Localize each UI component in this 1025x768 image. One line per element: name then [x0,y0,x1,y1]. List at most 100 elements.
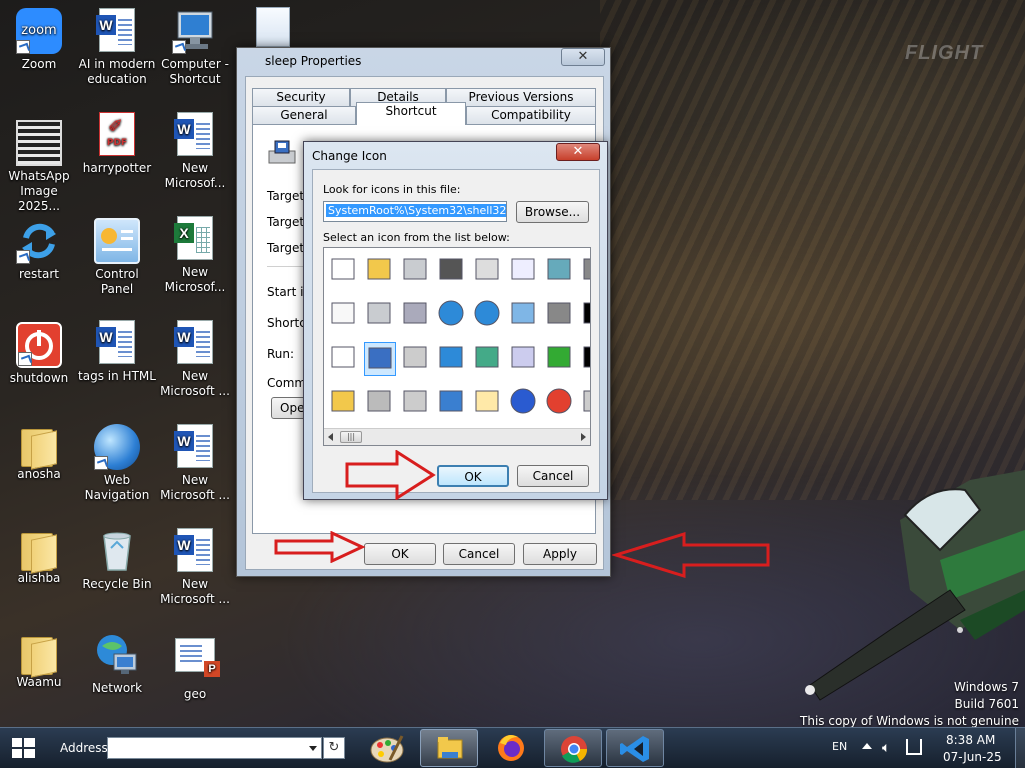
monitor-settings-icon[interactable] [544,254,576,288]
desktop-icon-label: New Microsof... [164,161,226,190]
horizontal-scrollbar[interactable]: ||| [324,428,590,445]
desktop-icon-whatsapp-image[interactable]: WhatsApp Image 2025... [0,120,78,214]
globe-icon[interactable] [436,298,468,332]
arrow-computer-icon[interactable] [544,342,576,376]
address-input[interactable] [107,737,322,759]
red-arrow-ok-change-icon [345,450,436,500]
network-tray-icon[interactable] [906,739,922,755]
chevron-down-icon[interactable] [309,746,317,751]
folder-icon [19,531,59,571]
volume-icon[interactable]: 🔈︎ [882,740,890,756]
clock-time[interactable]: 8:38 AM [946,733,995,747]
drive-icon[interactable] [364,386,396,420]
server-icon[interactable] [400,298,432,332]
taskbar-firefox-button[interactable] [484,729,538,767]
window-icon[interactable] [328,342,360,376]
desktop-icon-new-word-1[interactable]: W New Microsof... [156,112,234,191]
desktop-icon-network[interactable]: Network [78,632,156,696]
desktop-icon-new-excel[interactable]: X New Microsof... [156,216,234,295]
go-refresh-button[interactable]: ↻ [323,737,345,759]
calculator-icon[interactable] [472,386,504,420]
desktop-icon-alishba[interactable]: alishba [0,528,78,586]
shortcut-icon[interactable] [580,298,590,332]
desktop-icon-zoom[interactable]: zoom Zoom [0,8,78,72]
floppy-drive-icon[interactable] [364,342,396,376]
partial-icon[interactable] [580,386,590,420]
taskbar-vscode-button[interactable] [606,729,664,767]
power-icon[interactable] [544,386,576,420]
clock-date[interactable]: 07-Jun-25 [943,750,1002,764]
desktop-icon-new-word-2[interactable]: W New Microsoft ... [156,320,234,399]
globe-network-icon[interactable] [472,298,504,332]
control-panel-icon[interactable] [508,298,540,332]
partial-icon[interactable] [580,254,590,288]
camera-icon[interactable] [544,298,576,332]
hard-drive-icon[interactable] [400,254,432,288]
desktop-icon-control-panel[interactable]: Control Panel [78,218,156,297]
desktop-icon-anosha[interactable]: anosha [0,424,78,482]
cancel-button[interactable]: Cancel [517,465,589,487]
scroll-thumb[interactable]: ||| [340,431,362,443]
apply-button[interactable]: Apply [523,543,597,565]
memory-chip-icon[interactable] [436,254,468,288]
desktop-icon-web-navigation[interactable]: Web Navigation [78,424,156,503]
browse-button[interactable]: Browse... [516,201,589,223]
scroll-left-arrow-icon[interactable] [328,433,333,441]
desktop-icon-restart[interactable]: restart [0,218,78,282]
start-button[interactable] [8,734,44,764]
show-desktop-button[interactable] [1015,728,1025,768]
help-icon[interactable] [508,386,540,420]
refresh-icon: ↻ [328,740,340,755]
network-globe-icon[interactable] [436,342,468,376]
desktop-icon-computer-shortcut[interactable]: Computer - Shortcut [156,8,234,87]
tab-general[interactable]: General [252,106,356,124]
powerpoint-document-icon: P [172,638,220,684]
desktop-icon-waamu[interactable]: Waamu [0,632,78,690]
tab-shortcut[interactable]: Shortcut [356,102,466,125]
desktop-icon-ai-in-modern-education[interactable]: W AI in modern education [78,8,156,87]
network-computers-icon[interactable] [472,342,504,376]
network-drive-icon[interactable] [364,298,396,332]
magnifier-icon[interactable] [508,342,540,376]
desktop-icon-new-word-3[interactable]: W New Microsoft ... [156,424,234,503]
icon-grid [324,248,590,428]
printer-icon[interactable] [472,254,504,288]
language-indicator[interactable]: EN [832,740,847,753]
show-hidden-icons-button[interactable] [862,743,872,749]
desktop-icon-shutdown[interactable]: shutdown [0,322,78,386]
text-document-icon[interactable] [328,298,360,332]
monitor-icon[interactable] [436,386,468,420]
ok-button[interactable]: OK [437,465,509,487]
desktop-icon-recycle-bin[interactable]: Recycle Bin [78,528,156,592]
icon-list[interactable]: ||| [323,247,591,446]
desktop-icon-harrypotter[interactable]: PDF ✐ harrypotter [78,112,156,176]
tab-compatibility[interactable]: Compatibility [466,106,596,124]
close-button[interactable]: ✕ [561,48,605,66]
taskbar-paint-button[interactable] [360,730,414,766]
partial-icon[interactable] [580,342,590,376]
ok-button[interactable]: OK [364,543,436,565]
cd-drive-icon[interactable] [400,386,432,420]
folder-icon[interactable] [328,386,360,420]
folder-icon[interactable] [364,254,396,288]
word-letter: W [96,15,116,35]
drive-delete-icon[interactable] [400,342,432,376]
icon-file-path-input[interactable]: SystemRoot%\System32\shell32.dll [323,201,507,222]
taskbar-explorer-button[interactable] [420,729,478,767]
close-button[interactable]: ✕ [556,143,600,161]
scroll-right-arrow-icon[interactable] [581,433,586,441]
desktop-icon-new-word-4[interactable]: W New Microsoft ... [156,528,234,607]
tab-security[interactable]: Security [252,88,350,106]
chrome-icon [561,736,588,763]
blank-document-icon[interactable] [256,7,290,47]
cancel-button[interactable]: Cancel [443,543,515,565]
desktop-icon-tags-in-html[interactable]: W tags in HTML [78,320,156,384]
genuine-watermark: Windows 7 Build 7601 This copy of Window… [800,679,1019,730]
tab-previous-versions[interactable]: Previous Versions [446,88,596,106]
taskbar-chrome-button[interactable] [544,729,602,767]
application-window-icon[interactable] [328,254,360,288]
clock-document-icon[interactable] [508,254,540,288]
desktop-icon-label: geo [183,687,207,701]
desktop-icon-geo[interactable]: P geo [156,632,234,702]
folder-user-icon [19,635,59,675]
